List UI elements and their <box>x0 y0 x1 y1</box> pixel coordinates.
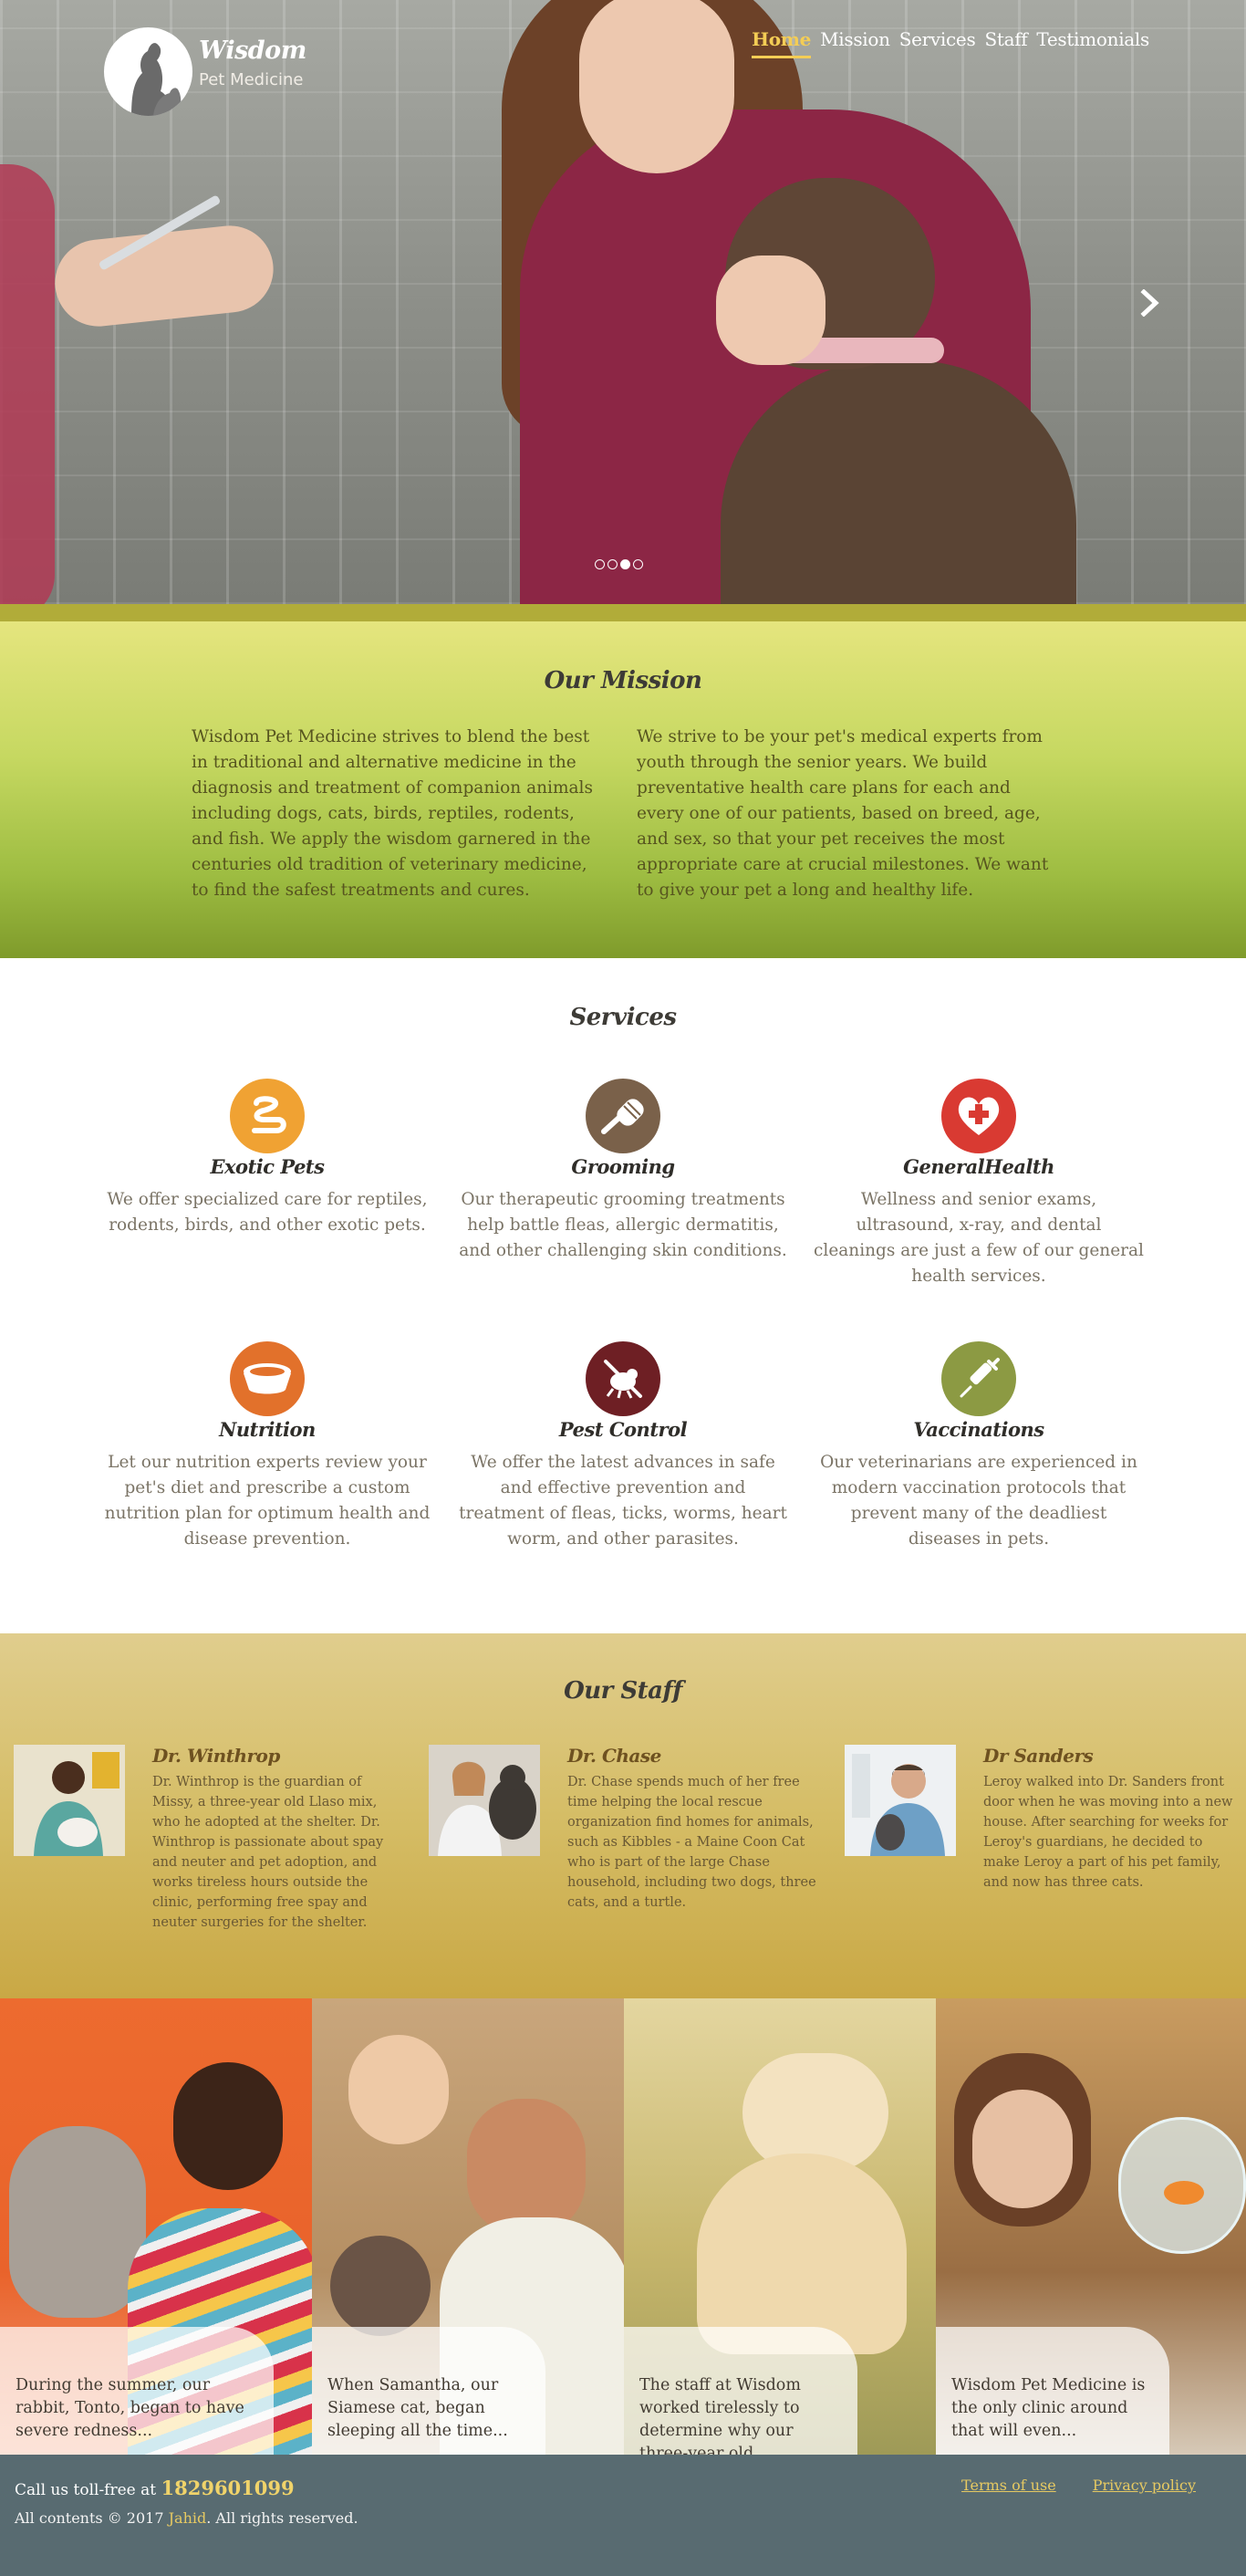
man-photo <box>467 2099 586 2236</box>
service-vaccinations: Vaccinations Our veterinarians are exper… <box>810 1341 1147 1552</box>
terms-of-use-link[interactable]: Terms of use <box>961 2477 1056 2494</box>
staff-bio: Leroy walked into Dr. Sanders front door… <box>983 1775 1233 1890</box>
brand-tagline: Pet Medicine <box>199 70 304 89</box>
hero-slider: Wisdom Pet Medicine Home Mission Service… <box>0 0 1246 604</box>
service-nutrition: Nutrition Let our nutrition experts revi… <box>99 1341 436 1552</box>
testimonial-quote: When Samantha, our Siamese cat, began sl… <box>312 2327 545 2455</box>
slider-dot-2[interactable] <box>607 559 618 569</box>
testimonials-section: During the summer, our rabbit, Tonto, be… <box>0 1998 1246 2455</box>
author-link[interactable]: Jahid <box>169 2509 207 2527</box>
food-bowl-icon <box>230 1341 305 1416</box>
mission-paragraph-2: We strive to be your pet's medical exper… <box>637 727 1049 900</box>
staff-title: Our Staff <box>564 1677 682 1705</box>
service-title: Vaccinations <box>913 1418 1044 1441</box>
nav-mission[interactable]: Mission <box>820 28 890 58</box>
chevron-right-icon <box>1140 289 1159 317</box>
service-title: Exotic Pets <box>210 1155 325 1178</box>
staff-section: Our Staff Dr. Winthrop Dr. Winthrop is t… <box>0 1633 1246 1998</box>
service-title: Pest Control <box>558 1418 688 1441</box>
nav-staff[interactable]: Staff <box>984 28 1027 58</box>
service-description: Wellness and senior exams, ultrasound, x… <box>814 1190 1144 1286</box>
main-nav: Home Mission Services Staff Testimonials <box>752 28 1149 58</box>
nav-services[interactable]: Services <box>899 28 976 58</box>
footer-links: Terms of use Privacy policy <box>961 2477 1196 2494</box>
testimonial-quote: Wisdom Pet Medicine is the only clinic a… <box>936 2327 1169 2455</box>
copyright-suffix: . All rights reserved. <box>206 2509 358 2527</box>
copyright-prefix: All contents © 2017 <box>15 2509 164 2527</box>
service-title: Nutrition <box>219 1418 316 1441</box>
staff-name: Dr Sanders <box>983 1745 1094 1767</box>
staff-card-sanders: Dr Sanders Leroy walked into Dr. Sanders… <box>845 1745 1246 1964</box>
copyright: All contents © 2017 Jahid. All rights re… <box>15 2509 358 2527</box>
hero-photo-vet-face <box>579 0 734 173</box>
staff-photo <box>845 1745 956 1856</box>
testimonial-2[interactable]: When Samantha, our Siamese cat, began sl… <box>312 1998 624 2455</box>
no-bug-icon <box>586 1341 660 1416</box>
privacy-policy-link[interactable]: Privacy policy <box>1093 2477 1196 2494</box>
mission-title: Our Mission <box>544 667 702 694</box>
service-pest-control: Pest Control We offer the latest advance… <box>454 1341 792 1552</box>
slider-dot-4[interactable] <box>633 559 643 569</box>
service-description: Let our nutrition experts review your pe… <box>104 1453 431 1549</box>
toll-free-line: Call us toll-free at 1829601099 <box>15 2477 295 2499</box>
service-description: Our therapeutic grooming treatments help… <box>459 1190 787 1260</box>
hero-photo-vet-hand <box>716 256 825 365</box>
service-description: We offer the latest advances in safe and… <box>459 1453 787 1549</box>
staff-card-winthrop: Dr. Winthrop Dr. Winthrop is the guardia… <box>14 1745 415 1964</box>
child-photo <box>348 2035 449 2144</box>
service-general-health: GeneralHealth Wellness and senior exams,… <box>810 1079 1147 1289</box>
staff-name: Dr. Winthrop <box>152 1745 280 1767</box>
staff-name: Dr. Chase <box>567 1745 661 1767</box>
services-section: Services Exotic Pets We offer specialize… <box>0 958 1246 1633</box>
slider-pagination <box>595 559 643 569</box>
pets-logo-icon <box>104 27 192 116</box>
girl-photo <box>173 2062 283 2190</box>
nav-home[interactable]: Home <box>752 28 811 58</box>
staff-bio: Dr. Chase spends much of her free time h… <box>567 1775 816 1910</box>
hero-photo-left-figure <box>0 164 55 604</box>
rabbit-photo <box>9 2126 146 2318</box>
services-title: Services <box>569 1004 677 1031</box>
mission-paragraph-1: Wisdom Pet Medicine strives to blend the… <box>192 727 593 900</box>
testimonial-4[interactable]: Wisdom Pet Medicine is the only clinic a… <box>936 1998 1246 2455</box>
nav-testimonials[interactable]: Testimonials <box>1036 28 1149 58</box>
staff-card-chase: Dr. Chase Dr. Chase spends much of her f… <box>429 1745 830 1964</box>
brand-name: Wisdom <box>199 37 306 65</box>
service-exotic-pets: Exotic Pets We offer specialized care fo… <box>99 1079 436 1238</box>
service-description: We offer specialized care for reptiles, … <box>107 1190 428 1235</box>
snake-icon <box>230 1079 305 1153</box>
goldfish <box>1164 2181 1204 2205</box>
siamese-cat <box>330 2236 431 2336</box>
call-label: Call us toll-free at <box>15 2481 157 2499</box>
syringe-icon <box>941 1341 1016 1416</box>
woman-face <box>972 2090 1073 2208</box>
service-description: Our veterinarians are experienced in mod… <box>820 1453 1137 1549</box>
slider-dot-1[interactable] <box>595 559 605 569</box>
service-title: GeneralHealth <box>903 1155 1054 1178</box>
heart-cross-icon <box>941 1079 1016 1153</box>
service-title: Grooming <box>571 1155 675 1178</box>
testimonial-3[interactable]: The staff at Wisdom worked tirelessly to… <box>624 1998 936 2455</box>
testimonial-quote: During the summer, our rabbit, Tonto, be… <box>0 2327 274 2455</box>
testimonial-quote: The staff at Wisdom worked tirelessly to… <box>624 2327 857 2455</box>
slider-dot-3[interactable] <box>620 559 630 569</box>
staff-photo <box>14 1745 125 1856</box>
golden-dog-body <box>697 2154 907 2354</box>
site-footer: Call us toll-free at 1829601099 All cont… <box>0 2455 1246 2576</box>
mission-section: Our Mission Wisdom Pet Medicine strives … <box>0 621 1246 958</box>
testimonial-1[interactable]: During the summer, our rabbit, Tonto, be… <box>0 1998 312 2455</box>
brush-icon <box>586 1079 660 1153</box>
staff-bio: Dr. Winthrop is the guardian of Missy, a… <box>152 1775 384 1930</box>
mission-top-strip <box>0 604 1246 621</box>
phone-number[interactable]: 1829601099 <box>161 2477 295 2499</box>
slider-next-button[interactable] <box>1137 285 1163 321</box>
service-grooming: Grooming Our therapeutic grooming treatm… <box>454 1079 792 1264</box>
staff-photo <box>429 1745 540 1856</box>
